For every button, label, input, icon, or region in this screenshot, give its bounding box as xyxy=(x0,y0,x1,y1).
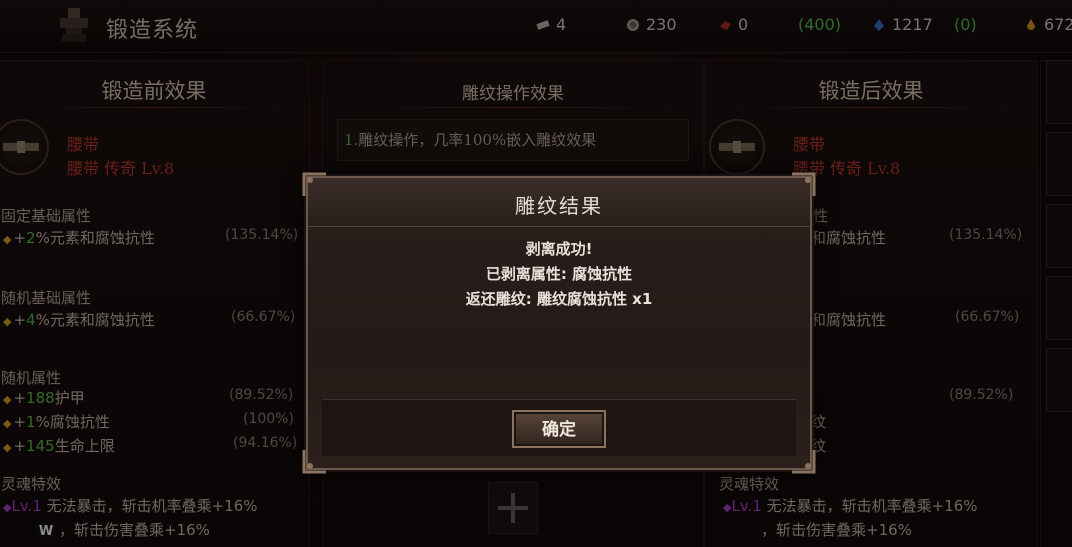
ornament-corner-icon xyxy=(792,172,816,196)
result-status: 剥离成功! xyxy=(525,240,593,258)
forge-screen: 锻造系统 4 230 0 (400) 1217 (0) 672 锻造前效果 腰带… xyxy=(0,0,1072,547)
dialog-title: 雕纹结果 xyxy=(515,194,603,218)
engraving-result-dialog: 雕纹结果 剥离成功! 已剥离属性: 腐蚀抗性 返还雕纹: 雕纹腐蚀抗性 x1 确… xyxy=(302,172,816,474)
result-returned-engraving: 返还雕纹: 雕纹腐蚀抗性 x1 xyxy=(465,290,653,308)
result-stripped-attr: 已剥离属性: 腐蚀抗性 xyxy=(485,265,633,283)
confirm-button[interactable]: 确定 xyxy=(512,410,606,448)
dialog-title-bar: 雕纹结果 xyxy=(308,178,810,227)
ornament-corner-icon xyxy=(302,172,326,196)
